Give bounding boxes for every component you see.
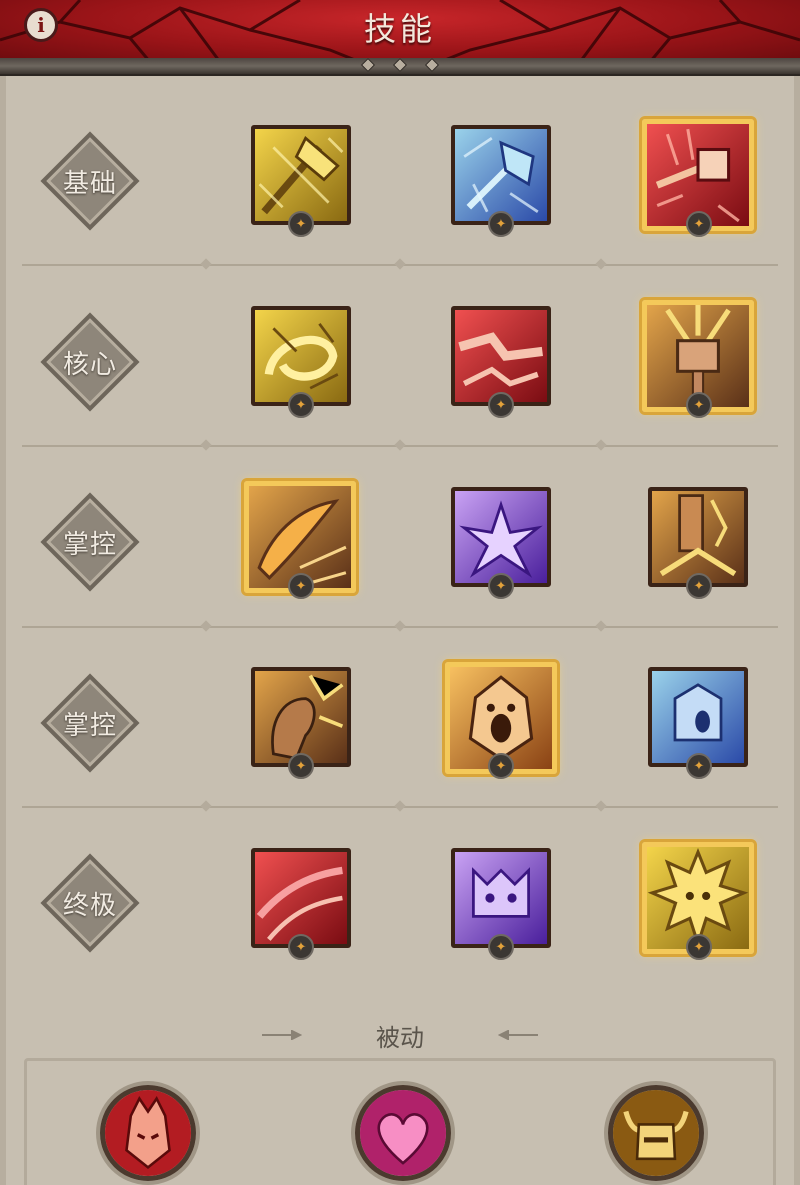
skill-card[interactable] [648,667,748,767]
skill-rune-badge: ✦ [488,392,514,418]
skill-card[interactable] [251,306,351,406]
passive-title: 被动 [376,1024,424,1052]
skill-rune-badge: ✦ [488,211,514,237]
trim-gem-icon [424,57,440,73]
frost-axe-icon [455,129,547,221]
passive-skill[interactable] [608,1085,704,1181]
ground-stomp-icon [652,491,744,583]
header-trim [0,57,800,76]
row-label: 基础 [40,131,140,231]
row-label-text: 终极 [62,890,117,921]
skill-rune-badge: ✦ [488,573,514,599]
axe-strike-icon [255,129,347,221]
header-bar: i 技能 [0,0,800,62]
trim-gem-icon [392,57,408,73]
row-divider [22,800,778,812]
skill-rune-badge: ✦ [686,753,712,779]
row-label-text: 掌控 [62,529,117,560]
skill-rune-badge: ✦ [686,211,712,237]
row-label: 核心 [40,312,140,412]
skill-card[interactable] [451,848,551,948]
skill-rune-badge: ✦ [686,934,712,960]
skill-rune-badge: ✦ [288,211,314,237]
row-label: 终极 [40,853,140,953]
rend-icon [455,310,547,402]
skill-rune-badge: ✦ [686,392,712,418]
page-title: 技能 [363,10,436,48]
whirlwind-icon [255,310,347,402]
skill-rune-badge: ✦ [488,753,514,779]
horned-helmet-icon [613,1090,699,1176]
row-label-text: 核心 [62,349,117,380]
skill-card[interactable] [451,306,551,406]
skill-rune-badge: ✦ [288,934,314,960]
passive-skill[interactable] [355,1085,451,1181]
skill-card[interactable] [251,667,351,767]
skill-rune-badge: ✦ [288,573,314,599]
row-label-text: 基础 [62,168,117,199]
challenging-shout-icon [652,671,744,763]
skill-card[interactable] [251,848,351,948]
ornament-right-icon [498,1030,538,1040]
row-divider [22,258,778,270]
skill-rune-badge: ✦ [488,934,514,960]
skill-rune-badge: ✦ [288,392,314,418]
rage-face-icon [105,1090,191,1176]
row-divider [22,620,778,632]
row-label: 掌控 [40,492,140,592]
row-label-text: 掌控 [62,710,117,741]
skill-card[interactable] [451,125,551,225]
iron-fist-icon [255,671,347,763]
trim-gem-icon [360,57,376,73]
skill-card[interactable] [451,487,551,587]
blood-slash-icon [255,852,347,944]
passive-skill[interactable] [100,1085,196,1181]
skill-rune-badge: ✦ [686,573,712,599]
row-divider [22,439,778,451]
skill-card[interactable] [251,125,351,225]
call-of-ancients-icon [455,852,547,944]
row-label: 掌控 [40,673,140,773]
shatter-icon [455,491,547,583]
skill-card[interactable] [648,487,748,587]
heart-icon [360,1090,446,1176]
skill-rune-badge: ✦ [288,753,314,779]
